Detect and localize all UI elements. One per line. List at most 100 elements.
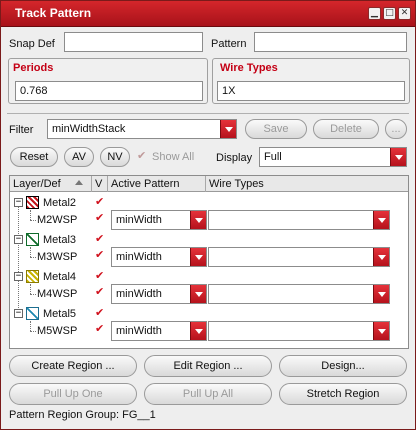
tree-line	[30, 284, 31, 294]
separator	[7, 113, 409, 114]
pattern-input[interactable]	[254, 32, 407, 52]
design-button[interactable]: Design...	[279, 355, 407, 377]
collapse-icon[interactable]: −	[14, 235, 23, 244]
wire-types-select[interactable]	[208, 247, 390, 267]
layer-name: Metal5	[43, 308, 77, 320]
def-name: M3WSP	[37, 251, 78, 263]
tree-line	[30, 294, 36, 295]
periods-label: Periods	[13, 62, 54, 74]
layer-color-icon	[26, 307, 39, 320]
tree-line	[30, 257, 36, 258]
layer-color-icon	[26, 270, 39, 283]
header-v[interactable]: V	[95, 178, 102, 190]
header-layer-def[interactable]: Layer/Def	[13, 178, 61, 190]
chevron-down-icon[interactable]	[390, 148, 406, 166]
snap-def-label: Snap Def	[9, 38, 55, 50]
def-name: M2WSP	[37, 214, 78, 226]
active-pattern-select[interactable]: minWidth	[111, 210, 207, 230]
track-pattern-window: Track Pattern ▁ □ ✕ Snap Def Pattern Per…	[0, 0, 416, 430]
minimize-icon[interactable]: ▁	[368, 7, 381, 20]
filter-select[interactable]: minWidthStack	[47, 119, 237, 139]
tree-line	[30, 321, 31, 331]
chevron-down-icon[interactable]	[190, 322, 206, 340]
layer-color-icon	[26, 233, 39, 246]
collapse-icon[interactable]: −	[14, 198, 23, 207]
active-pattern-value: minWidth	[116, 251, 162, 263]
create-region-button[interactable]: Create Region ...	[9, 355, 137, 377]
def-name: M4WSP	[37, 288, 78, 300]
display-select[interactable]: Full	[259, 147, 407, 167]
window-title: Track Pattern	[15, 6, 92, 20]
wire-types-select[interactable]	[208, 284, 390, 304]
filter-value: minWidthStack	[52, 123, 126, 135]
pattern-label: Pattern	[211, 38, 247, 50]
header-separator	[107, 176, 108, 192]
active-pattern-value: minWidth	[116, 325, 162, 337]
wire-types-select[interactable]	[208, 210, 390, 230]
layer-color-icon	[26, 196, 39, 209]
header-active-pattern[interactable]: Active Pattern	[111, 178, 179, 190]
chevron-down-icon[interactable]	[373, 322, 389, 340]
edit-region-button[interactable]: Edit Region ...	[144, 355, 272, 377]
header-separator	[91, 176, 92, 192]
show-all-checkbox[interactable]	[137, 149, 148, 163]
snap-def-input[interactable]	[64, 32, 203, 52]
pull-up-all-button[interactable]: Pull Up All	[144, 383, 272, 405]
save-button[interactable]: Save	[245, 119, 307, 139]
layer-table: Layer/Def V Active Pattern Wire Types − …	[9, 175, 409, 349]
close-icon[interactable]: ✕	[398, 7, 411, 20]
def-name: M5WSP	[37, 325, 78, 337]
layer-name: Metal2	[43, 197, 77, 209]
layer-name: Metal4	[43, 271, 77, 283]
display-label: Display	[216, 152, 253, 164]
wire-types-input[interactable]: 1X	[217, 81, 405, 101]
av-button[interactable]: AV	[64, 147, 94, 167]
chevron-down-icon[interactable]	[190, 285, 206, 303]
table-header: Layer/Def V Active Pattern Wire Types	[10, 176, 408, 192]
visible-checkbox[interactable]	[95, 211, 106, 225]
nv-button[interactable]: NV	[100, 147, 130, 167]
tree-line	[30, 331, 36, 332]
wire-types-select[interactable]	[208, 321, 390, 341]
pull-up-one-button[interactable]: Pull Up One	[9, 383, 137, 405]
tree-line	[30, 210, 31, 220]
tree-line	[30, 247, 31, 257]
active-pattern-select[interactable]: minWidth	[111, 247, 207, 267]
tree-line	[30, 220, 36, 221]
visible-checkbox[interactable]	[95, 195, 106, 209]
chevron-down-icon[interactable]	[373, 285, 389, 303]
visible-checkbox[interactable]	[95, 322, 106, 336]
status-text: Pattern Region Group: FG__1	[9, 409, 156, 421]
title-bar[interactable]: Track Pattern ▁ □ ✕	[1, 1, 415, 27]
stretch-region-button[interactable]: Stretch Region	[279, 383, 407, 405]
chevron-down-icon[interactable]	[190, 211, 206, 229]
reset-button[interactable]: Reset	[10, 147, 58, 167]
more-button[interactable]: ...	[385, 119, 407, 139]
collapse-icon[interactable]: −	[14, 272, 23, 281]
header-wire-types[interactable]: Wire Types	[209, 178, 264, 190]
header-separator	[205, 176, 206, 192]
visible-checkbox[interactable]	[95, 306, 106, 320]
chevron-down-icon[interactable]	[190, 248, 206, 266]
chevron-down-icon[interactable]	[373, 248, 389, 266]
show-all-label: Show All	[152, 151, 195, 163]
filter-label: Filter	[9, 124, 34, 136]
chevron-down-icon[interactable]	[220, 120, 236, 138]
visible-checkbox[interactable]	[95, 248, 106, 262]
wire-types-label: Wire Types	[220, 62, 278, 74]
visible-checkbox[interactable]	[95, 285, 106, 299]
visible-checkbox[interactable]	[95, 232, 106, 246]
active-pattern-select[interactable]: minWidth	[111, 284, 207, 304]
visible-checkbox[interactable]	[95, 269, 106, 283]
layer-name: Metal3	[43, 234, 77, 246]
chevron-down-icon[interactable]	[373, 211, 389, 229]
active-pattern-select[interactable]: minWidth	[111, 321, 207, 341]
active-pattern-value: minWidth	[116, 214, 162, 226]
tree-line	[18, 206, 19, 316]
maximize-icon[interactable]: □	[383, 7, 396, 20]
delete-button[interactable]: Delete	[313, 119, 379, 139]
display-value: Full	[264, 151, 282, 163]
collapse-icon[interactable]: −	[14, 309, 23, 318]
periods-input[interactable]: 0.768	[15, 81, 203, 101]
sort-ascending-icon	[75, 180, 83, 185]
